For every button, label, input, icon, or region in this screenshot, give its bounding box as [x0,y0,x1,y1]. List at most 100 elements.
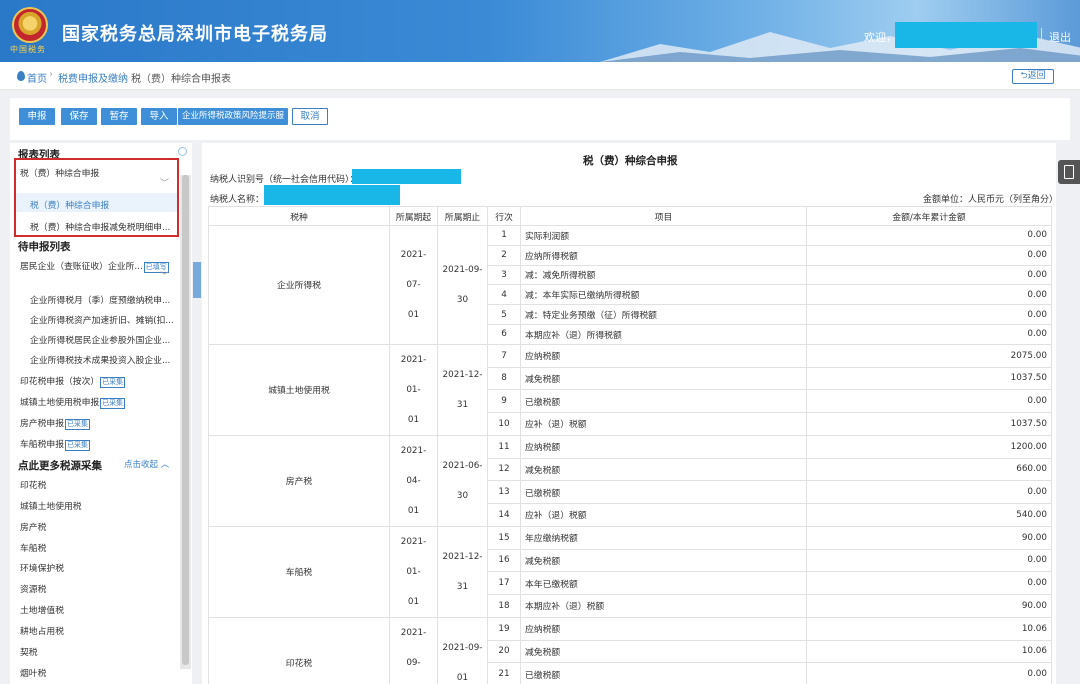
period-start-cell: 2021-09- 01 [389,616,438,684]
pending-group-item[interactable]: 居民企业（查账征收）企业所... 已填写 [20,259,169,273]
table-row: 企业所得税 2021-07- 01 2021-09- 30 1 实际利润额 0.00 [208,225,1052,345]
source-item[interactable]: 车船税 [20,541,46,554]
tax-type-cell: 企业所得税 [208,225,390,345]
cancel-button[interactable]: 取消 [292,108,328,125]
taxpayer-name-label: 纳税人名称：7 [210,192,270,205]
tax-app: { "header":{"logo_sub":"中国税务","title":"国… [0,0,1080,684]
taxpayer-name-redacted [264,185,400,205]
welcome-text: 欢迎， [864,31,897,44]
chevron-up-icon: ︿ [160,460,170,470]
item-cell: 减：减免所得税额 [520,264,807,286]
period-end-cell: 2021-06- 30 [437,434,488,527]
pending-list-title: 待申报列表 [18,241,71,253]
pending-item[interactable]: 城镇土地使用税申报 已采集 [20,395,126,409]
import-button[interactable]: 导入 [141,108,177,125]
amount-cell[interactable]: 0.00 [806,304,1052,325]
pending-item[interactable]: 印花税申报（按次） 已采集 [20,374,126,388]
source-item[interactable]: 印花税 [20,478,46,491]
period-end-cell: 2021-12- 31 [437,343,488,436]
amount-cell[interactable]: 0.00 [806,323,1052,345]
breadcrumb-home[interactable]: 首页 [27,70,47,85]
period-date-part: 2021-07- [400,249,427,290]
breadcrumb: 首页 › 税费申报及缴纳 › 税（费）种综合申报表 [0,62,1080,90]
source-item[interactable]: 环境保护税 [20,561,64,574]
row-number-cell: 15 [487,525,521,550]
amount-cell[interactable]: 0.00 [806,284,1052,306]
amount-cell[interactable]: 0.00 [806,225,1052,246]
source-item[interactable]: 烟叶税 [20,666,46,679]
period-day-part: 31 [456,581,469,592]
row-number-cell: 19 [487,616,521,641]
amount-cell[interactable]: 540.00 [806,503,1052,527]
amount-cell[interactable]: 0.00 [806,480,1052,505]
temp-save-button[interactable]: 暂存 [101,108,137,125]
breadcrumb-section[interactable]: 税费申报及缴纳 [58,70,128,85]
amount-cell[interactable]: 0.00 [806,548,1052,573]
item-cell: 已缴税额 [520,662,807,684]
amount-cell[interactable]: 1037.50 [806,412,1052,436]
item-cell: 本期应补（退）所得税额 [520,323,807,345]
row-number-cell: 14 [487,503,521,527]
sidebar-scrollbar-thumb[interactable] [182,175,189,665]
source-item[interactable]: 资源税 [20,582,46,595]
row-number-cell: 3 [487,264,521,286]
item-cell: 减：特定业务预缴（征）所得税额 [520,304,807,325]
amount-cell[interactable]: 10.06 [806,616,1052,641]
pending-item[interactable]: 车船税申报 已采集 [20,437,90,451]
period-day-part: 01 [456,672,469,683]
row-number-cell: 12 [487,457,521,482]
pending-item-label: 车船税申报 [20,440,64,450]
source-item[interactable]: 房产税 [20,520,46,533]
amount-cell[interactable]: 0.00 [806,389,1052,414]
item-cell: 年应缴纳税额 [520,525,807,550]
collapse-label: 点击收起 [124,460,159,470]
table-header: 税种 所属期起 所属期止 行次 项目 金额/本年累计金额 [208,206,1052,226]
item-cell: 减：本年实际已缴纳所得税额 [520,284,807,306]
chevron-down-icon[interactable]: ﹀ [160,269,169,282]
declare-button[interactable]: 申报 [19,108,55,125]
amount-cell[interactable]: 1200.00 [806,434,1052,459]
app-header: 中国税务 国家税务总局深圳市电子税务局 欢迎， 退出 [0,0,1080,62]
row-number-cell: 10 [487,412,521,436]
item-cell: 应纳税额 [520,343,807,368]
row-number-cell: 1 [487,225,521,246]
pending-item-label: 城镇土地使用税申报 [20,398,100,408]
amount-unit: 金额单位：人民币元（列至角分） [923,195,1059,205]
period-end-cell: 2021-09- 01 [437,616,488,684]
policy-risk-button[interactable]: 企业所得税政策风险提示服务 [178,108,288,138]
refresh-icon[interactable] [178,147,187,156]
collapse-link[interactable]: 点击收起 ︿ [124,458,169,470]
annotation-red-box [14,158,179,237]
amount-cell[interactable]: 0.00 [806,244,1052,266]
save-button[interactable]: 保存 [61,108,97,125]
item-cell: 已缴税额 [520,389,807,414]
side-document-icon[interactable] [1058,160,1080,184]
amount-cell[interactable]: 1037.50 [806,366,1052,391]
period-date-part: 2021-12- [442,551,483,562]
period-date-part: 2021-06- [442,460,483,471]
amount-cell[interactable]: 0.00 [806,264,1052,286]
amount-cell[interactable]: 0.00 [806,662,1052,684]
pending-item[interactable]: 房产税申报 已采集 [20,416,90,430]
collapse-sidebar-handle[interactable] [193,262,201,298]
pending-sub-item[interactable]: 企业所得税资产加速折旧、摊销(扣... [30,313,174,326]
source-item[interactable]: 契税 [20,645,38,658]
pending-sub-item[interactable]: 企业所得税居民企业参股外国企业... [30,333,170,346]
period-date-part: 2021-01- [400,354,427,395]
amount-cell[interactable]: 90.00 [806,525,1052,550]
amount-cell[interactable]: 90.00 [806,594,1052,618]
source-item[interactable]: 土地增值税 [20,603,64,616]
row-number-cell: 13 [487,480,521,505]
amount-cell[interactable]: 660.00 [806,457,1052,482]
source-item[interactable]: 城镇土地使用税 [20,499,82,512]
source-item[interactable]: 耕地占用税 [20,624,64,637]
amount-cell[interactable]: 0.00 [806,571,1052,596]
amount-cell[interactable]: 10.06 [806,639,1052,664]
amount-cell[interactable]: 2075.00 [806,343,1052,368]
logout-link[interactable]: 退出 [1049,29,1071,45]
back-button[interactable]: ⮌返回 [1012,69,1054,84]
pending-sub-item[interactable]: 企业所得税月（季）度预缴纳税申... [30,293,170,306]
row-number-cell: 2 [487,244,521,266]
period-date-part: 2021-09- [442,264,483,275]
pending-sub-item[interactable]: 企业所得税技术成果投资入股企业... [30,353,170,366]
